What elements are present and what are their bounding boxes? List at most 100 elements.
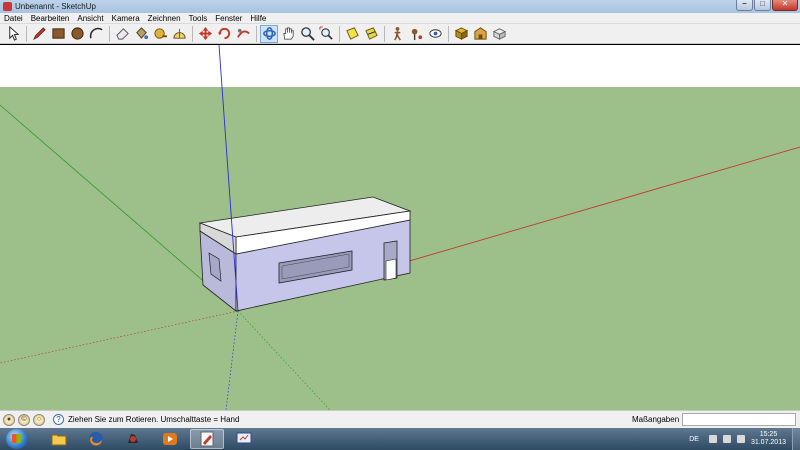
show-desktop-button[interactable] [792,428,800,450]
circle-tool-button[interactable] [68,25,86,43]
menu-fenster[interactable]: Fenster [215,14,242,23]
help-icon[interactable]: ? [53,414,64,425]
zoom-extents-tool-button[interactable] [317,25,335,43]
section-plane-icon [345,27,359,40]
paint-bucket-icon [135,27,148,40]
status-hint: Ziehen Sie zum Rotieren. Umschalttaste =… [68,415,240,424]
circle-icon [70,27,84,40]
protractor-tool-button[interactable] [170,25,188,43]
taskbar-media-player-button[interactable] [153,429,187,449]
drawing-viewport[interactable] [0,45,800,410]
taskbar-presentation-button[interactable] [227,429,261,449]
maximize-button[interactable]: □ [754,0,771,11]
clock-time: 15:25 [759,431,778,438]
toolbar-separator [448,25,449,42]
rotate-icon [217,27,230,40]
start-button[interactable] [6,429,28,449]
walk-tool-button[interactable] [388,25,406,43]
components-tool-button[interactable] [452,25,470,43]
minimize-button[interactable]: – [736,0,753,11]
sketchup-icon [200,431,214,447]
credits-icon[interactable]: © [18,413,30,426]
firefox-icon [89,432,103,446]
clock[interactable]: 15:25 31.07.2013 [751,431,786,447]
eraser-tool-button[interactable] [113,25,131,43]
magnifier-icon [300,27,315,41]
look-around-tool-button[interactable] [426,25,444,43]
toolbar-separator [192,25,193,42]
folder-icon [51,434,67,446]
menu-datei[interactable]: Datei [4,14,23,23]
taskbar-explorer-button[interactable] [42,429,76,449]
window-controls: – □ ✕ [735,0,798,12]
zoom-extents-icon [318,26,333,40]
tray-flag-icon[interactable] [708,435,717,443]
orbit-icon [262,27,276,40]
maximize-icon: □ [760,0,765,8]
taskbar: DE 15:25 31.07.2013 [0,428,800,450]
rotate-tool-button[interactable] [215,25,233,43]
toolbar-separator [256,25,257,42]
tray-volume-icon[interactable] [736,435,745,443]
menu-bearbeiten[interactable]: Bearbeiten [31,14,70,23]
select-tool-button[interactable] [4,25,22,43]
toolbar-separator [26,25,27,42]
measurements-label: Maßangaben [632,415,680,424]
menu-hilfe[interactable]: Hilfe [250,14,266,23]
position-camera-icon [411,28,422,41]
arc-tool-button[interactable] [87,25,105,43]
select-arrow-icon [8,26,19,41]
move-icon [198,26,212,41]
eraser-icon [115,28,129,40]
language-indicator[interactable]: DE [689,436,699,443]
menu-zeichnen[interactable]: Zeichnen [148,14,181,23]
taskbar-sketchup-button[interactable] [190,429,224,449]
taskbar-game-button[interactable] [116,429,150,449]
paint-bucket-tool-button[interactable] [132,25,150,43]
section-display-tool-button[interactable] [362,25,380,43]
game-icon [128,434,138,443]
tray-network-icon[interactable] [722,435,731,443]
close-button[interactable]: ✕ [772,0,798,11]
windows-logo-icon [12,434,21,443]
follow-me-tool-button[interactable] [234,25,252,43]
orbit-tool-button[interactable] [260,24,278,43]
menu-tools[interactable]: Tools [189,14,208,23]
window-title: Unbenannt - SketchUp [15,2,96,11]
rectangle-tool-button[interactable] [49,25,67,43]
geo-location-icon[interactable]: ● [3,413,15,426]
components-icon [454,27,468,40]
system-tray: DE 15:25 31.07.2013 [689,428,800,450]
close-icon: ✕ [781,0,789,8]
move-tool-button[interactable] [196,25,214,43]
menu-ansicht[interactable]: Ansicht [77,14,103,23]
line-tool-button[interactable] [30,25,48,43]
warehouse-icon [473,27,487,40]
user-icon[interactable]: ○ [33,413,45,426]
hand-icon [282,27,294,40]
presentation-icon [236,432,252,446]
position-camera-tool-button[interactable] [407,25,425,43]
arc-icon [89,27,103,39]
pan-tool-button[interactable] [279,25,297,43]
protractor-icon [172,28,186,39]
scene-canvas[interactable] [0,45,800,410]
tape-measure-tool-button[interactable] [151,25,169,43]
section-plane-tool-button[interactable] [343,25,361,43]
materials-icon [492,28,506,40]
toolbar [0,24,800,44]
tape-measure-icon [153,28,167,39]
taskbar-firefox-button[interactable] [79,429,113,449]
pencil-icon [32,27,46,40]
materials-tool-button[interactable] [490,25,508,43]
eye-icon [428,29,442,38]
zoom-tool-button[interactable] [298,25,316,43]
title-bar[interactable]: Unbenannt - SketchUp – □ ✕ [0,0,800,13]
menu-kamera[interactable]: Kamera [112,14,140,23]
sketchup-app-icon [3,2,12,11]
walk-icon [393,26,401,41]
measurements-input[interactable] [682,413,796,426]
warehouse-tool-button[interactable] [471,25,489,43]
sky [0,45,800,87]
door-inner [385,258,397,281]
